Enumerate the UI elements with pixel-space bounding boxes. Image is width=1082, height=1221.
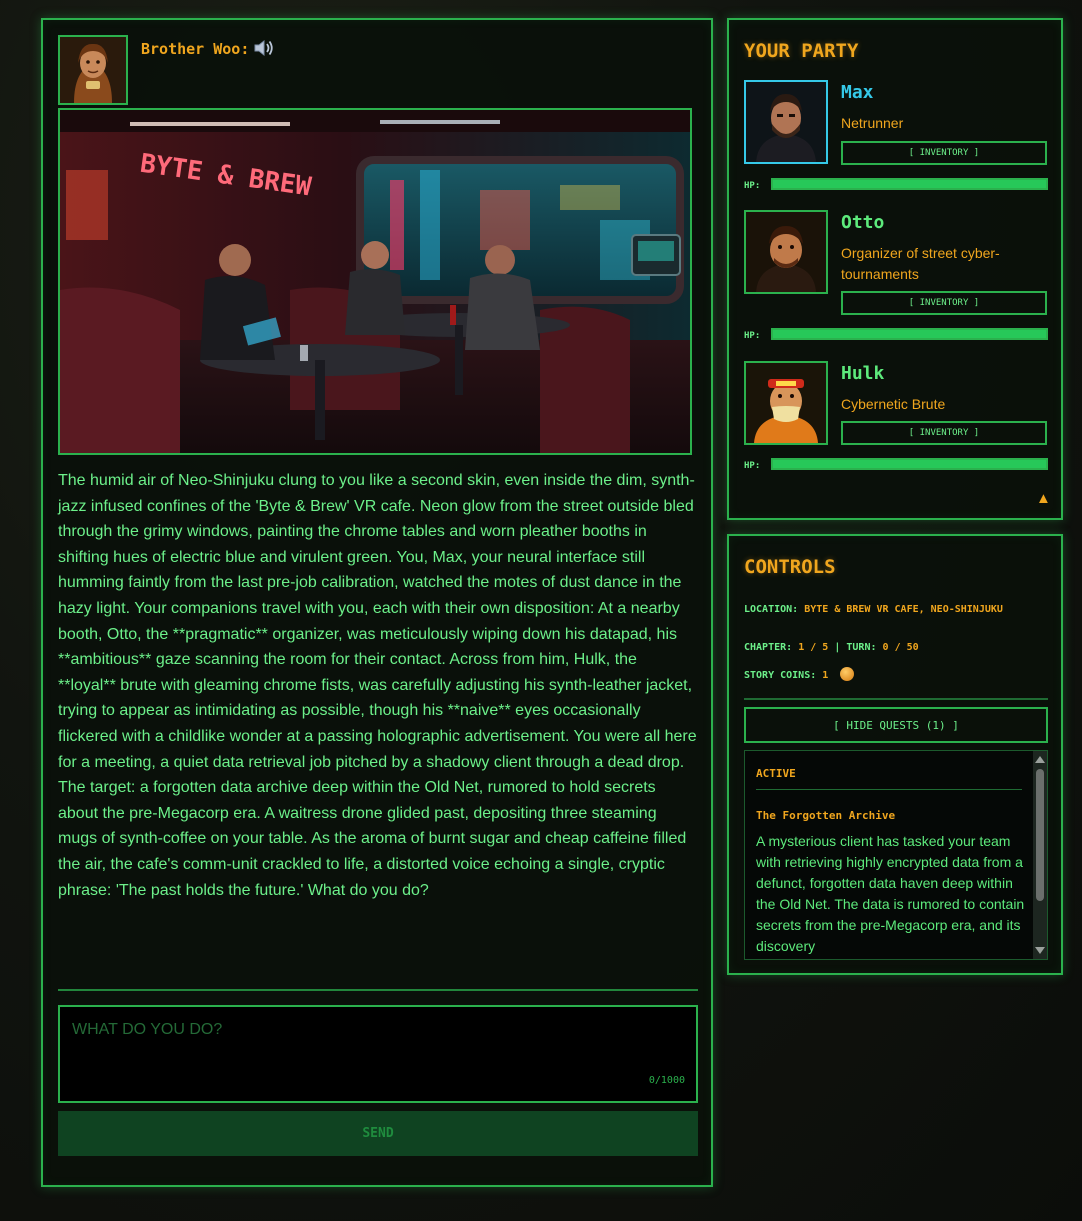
coins-value: 1 — [822, 670, 829, 681]
party-title: YOUR PARTY — [744, 40, 859, 62]
member-name: Hulk — [841, 363, 885, 384]
hp-fill — [773, 180, 1046, 188]
narrator-portrait — [58, 35, 128, 105]
quest-title: The Forgotten Archive — [756, 809, 896, 822]
party-member-hulk[interactable]: Hulk Cybernetic Brute [ INVENTORY ] HP: — [744, 361, 1049, 481]
hp-bar — [771, 458, 1048, 470]
party-member-max[interactable]: Max Netrunner [ INVENTORY ] HP: — [744, 80, 1049, 200]
member-name: Otto — [841, 212, 885, 233]
triangle-up-icon[interactable]: ▲ — [1036, 490, 1051, 507]
hide-quests-button[interactable]: [ HIDE QUESTS (1) ] — [744, 707, 1048, 743]
hp-label: HP: — [744, 181, 761, 191]
input-divider — [58, 989, 698, 991]
inventory-button[interactable]: [ INVENTORY ] — [841, 291, 1047, 315]
story-panel: Brother Woo: BYTE & BREW The humid air o… — [41, 18, 713, 1187]
quest-divider — [756, 789, 1022, 790]
scene-image: BYTE & BREW — [58, 108, 692, 455]
hp-label: HP: — [744, 331, 761, 341]
turn-label: | TURN: — [834, 642, 877, 653]
chapter-label: CHAPTER: — [744, 642, 793, 653]
controls-divider — [744, 698, 1048, 700]
avatar[interactable] — [744, 80, 828, 164]
narrator-name: Brother Woo: — [141, 40, 250, 58]
coins-line: STORY COINS: 1 — [744, 667, 855, 681]
scroll-thumb[interactable] — [1036, 769, 1044, 901]
speaker-icon[interactable] — [253, 38, 275, 58]
max-portrait — [746, 82, 826, 162]
send-button[interactable]: SEND — [58, 1111, 698, 1156]
inventory-button[interactable]: [ INVENTORY ] — [841, 141, 1047, 165]
quest-status: ACTIVE — [756, 767, 796, 780]
quest-description: A mysterious client has tasked your team… — [756, 833, 1025, 954]
member-name: Max — [841, 82, 874, 103]
chapter-line: CHAPTER: 1 / 5 | TURN: 0 / 50 — [744, 642, 919, 653]
hp-label: HP: — [744, 461, 761, 471]
party-panel: YOUR PARTY Max Netrunner [ INVENTORY ] H… — [727, 18, 1063, 520]
location-value: BYTE & BREW VR CAFE, NEO-SHINJUKU — [804, 604, 1003, 615]
quest-scrollbar[interactable] — [1033, 751, 1047, 959]
location-label: LOCATION: — [744, 604, 799, 615]
coin-icon — [840, 667, 855, 681]
otto-portrait — [746, 212, 826, 292]
hp-bar — [771, 178, 1048, 190]
turn-value: 0 / 50 — [882, 642, 919, 653]
hp-fill — [773, 330, 1046, 338]
chapter-value: 1 / 5 — [798, 642, 829, 653]
controls-panel: CONTROLS LOCATION: BYTE & BREW VR CAFE, … — [727, 534, 1063, 975]
char-count: 0/1000 — [648, 1075, 685, 1086]
hp-bar — [771, 328, 1048, 340]
member-role: Organizer of street cyber-tournaments — [841, 245, 1000, 282]
avatar[interactable] — [744, 361, 828, 445]
coins-label: STORY COINS: — [744, 670, 817, 681]
hulk-portrait — [746, 363, 826, 443]
monk-portrait-image — [60, 37, 126, 103]
party-member-otto[interactable]: Otto Organizer of street cyber-tournamen… — [744, 210, 1049, 341]
hp-fill — [773, 460, 1046, 468]
scroll-down-icon[interactable] — [1035, 947, 1045, 954]
controls-title: CONTROLS — [744, 556, 836, 578]
inventory-button[interactable]: [ INVENTORY ] — [841, 421, 1047, 445]
avatar[interactable] — [744, 210, 828, 294]
member-role: Netrunner — [841, 115, 904, 131]
cyberpunk-cafe-scene: BYTE & BREW — [60, 110, 690, 453]
action-input[interactable] — [58, 1005, 698, 1103]
location-line: LOCATION: BYTE & BREW VR CAFE, NEO-SHINJ… — [744, 604, 1003, 615]
story-text: The humid air of Neo-Shinjuku clung to y… — [58, 472, 697, 899]
quest-list[interactable]: ACTIVE The Forgotten Archive A mysteriou… — [744, 750, 1048, 960]
member-role: Cybernetic Brute — [841, 396, 946, 412]
scroll-up-icon[interactable] — [1035, 756, 1045, 763]
